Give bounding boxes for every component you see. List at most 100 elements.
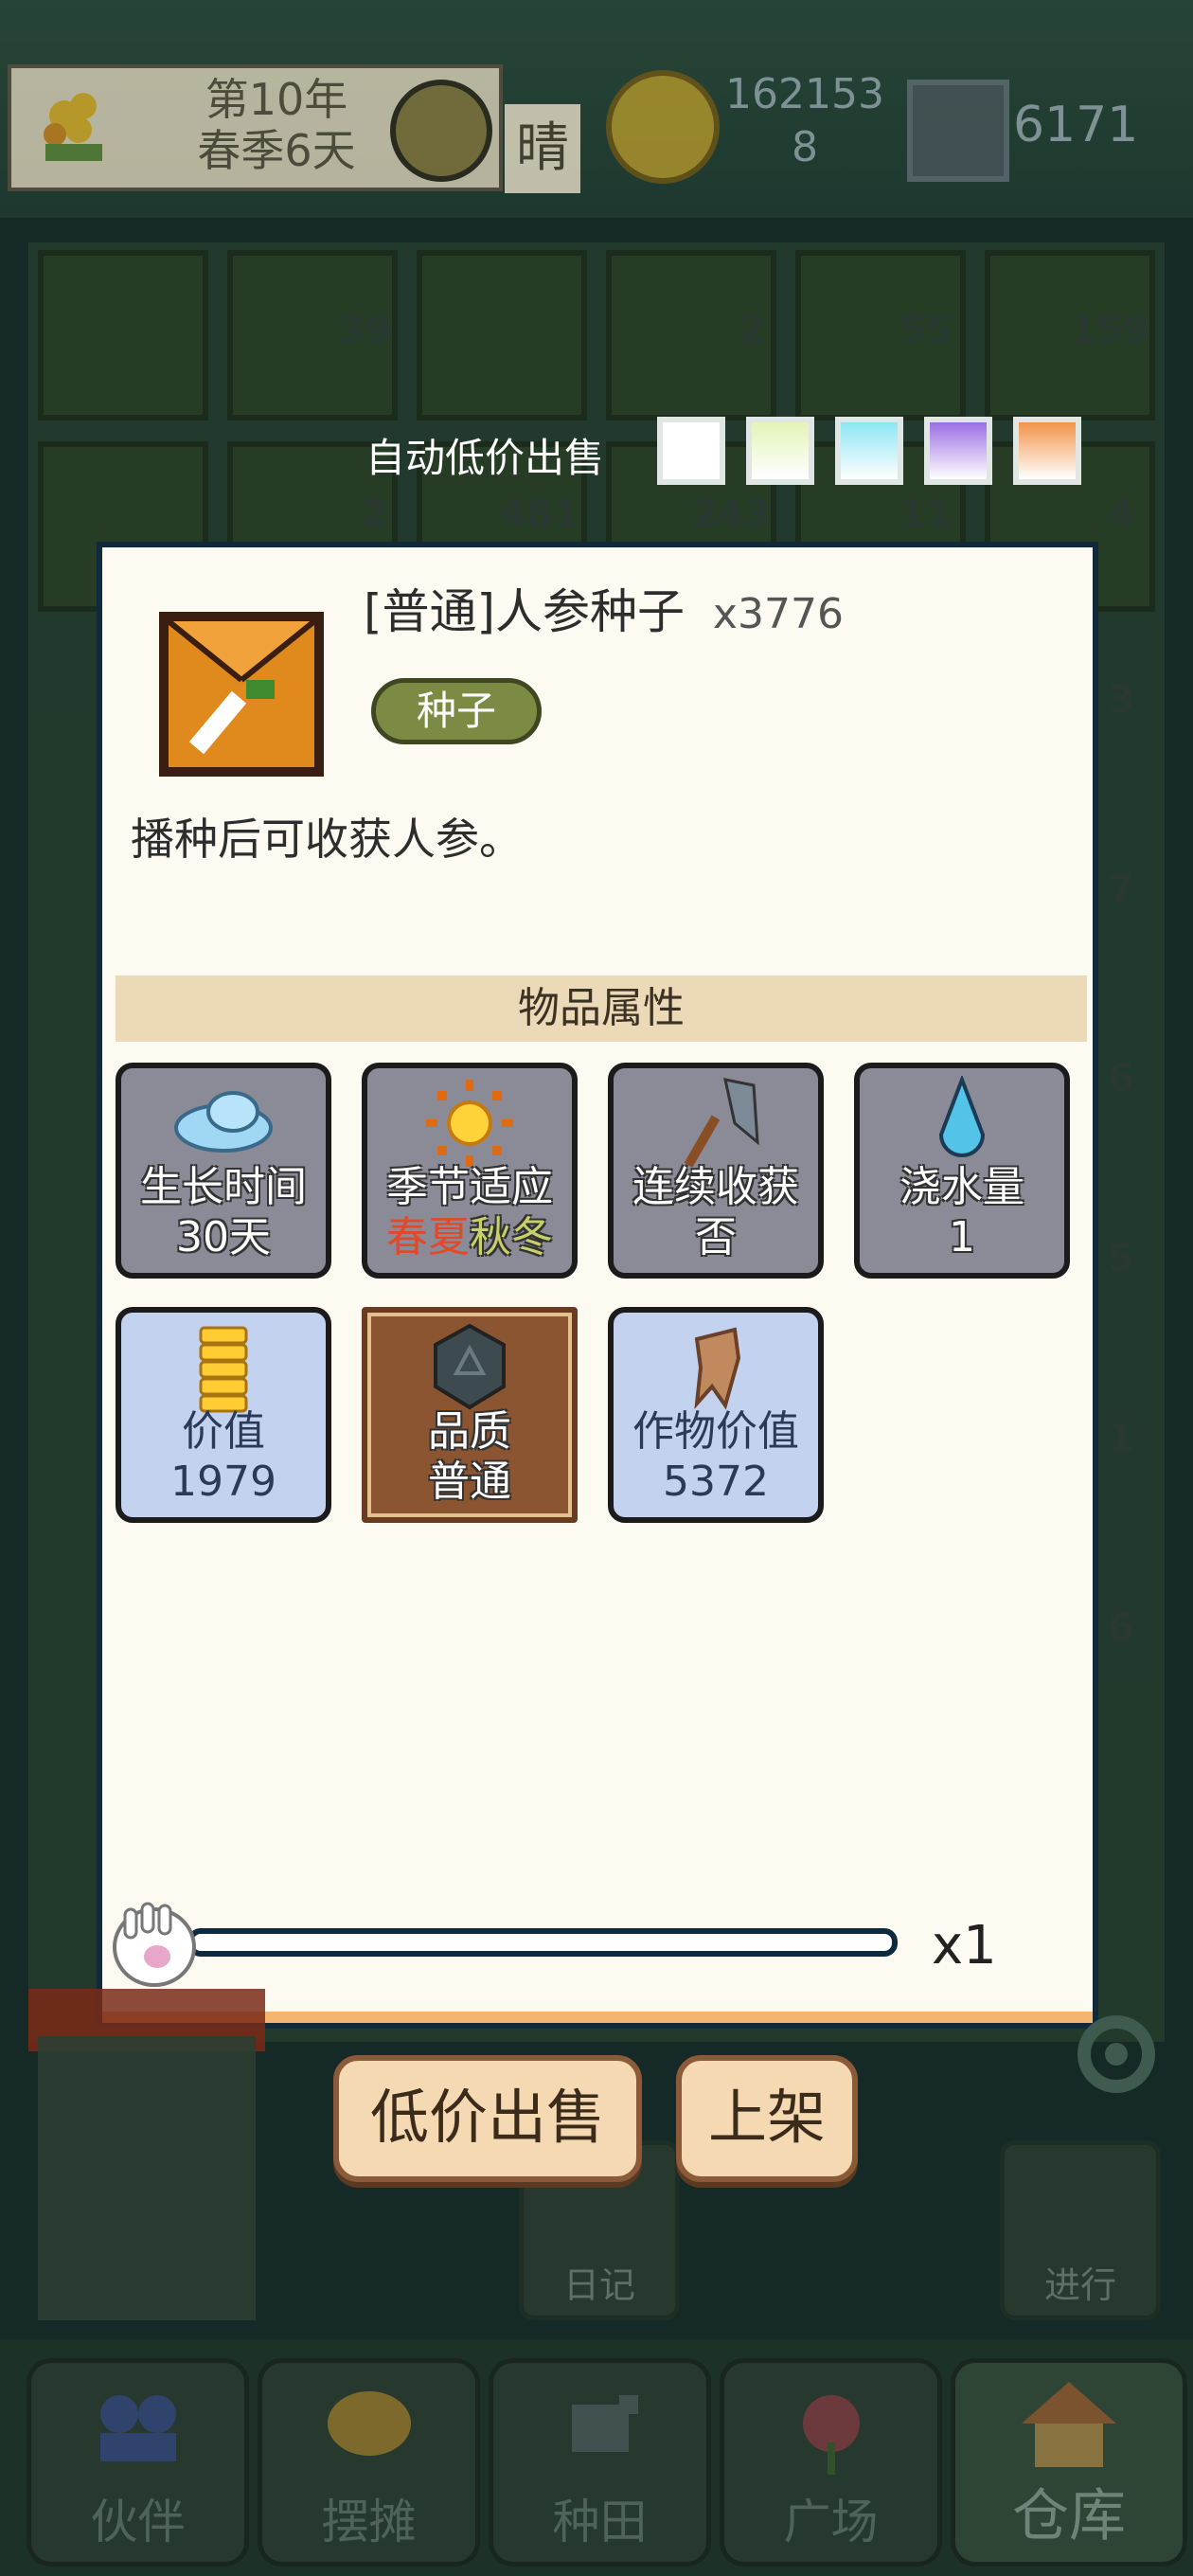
character-portrait[interactable] (38, 2036, 256, 2320)
item-quantity: x3776 (712, 590, 844, 638)
nav-plaza[interactable]: 广场 (720, 2358, 942, 2567)
slot-count: 481 (500, 492, 579, 536)
coin-stack-icon (199, 1326, 248, 1413)
crop-value-card: 作物价值 5372 (608, 1307, 824, 1523)
gold-amount-line2: 8 (792, 123, 818, 171)
flower-icon (44, 93, 102, 161)
farm-icon (571, 2395, 638, 2452)
inventory-slot (38, 250, 208, 420)
stall-icon (327, 2391, 411, 2456)
slot-count: 243 (691, 492, 771, 536)
nav-partner[interactable]: 伙伴 (27, 2358, 249, 2567)
warehouse-icon (1022, 2382, 1116, 2467)
hand-slider-knob-icon[interactable] (102, 1890, 206, 1995)
slot-count: 159 (1070, 309, 1149, 352)
nav-stall[interactable]: 摆摊 (258, 2358, 480, 2567)
date-panel: 第10年 春季6天 (8, 64, 503, 191)
continuous-harvest-card: 连续收获 否 (608, 1063, 824, 1279)
water-amount-value: 1 (949, 1213, 975, 1261)
quality-badge-icon (434, 1323, 506, 1410)
slot-count: 6 (1108, 1057, 1134, 1100)
item-type-tag: 种子 (371, 678, 542, 744)
slot-count: 7 (1108, 868, 1134, 911)
season-card: 季节适应 春夏秋冬 (362, 1063, 578, 1279)
season-active: 春夏 (386, 1213, 470, 1261)
proceed-label: 进行 (1043, 2264, 1116, 2306)
gold-amount-line1: 162153 (725, 70, 884, 118)
item-name: [普通]人参种子 (364, 584, 686, 639)
season-day-label: 春季6天 (197, 125, 356, 176)
gear-icon[interactable] (1066, 2004, 1166, 2104)
price-label: 价值 (182, 1407, 265, 1456)
gem-amount: 6171 (1013, 97, 1139, 153)
quantity-slider-track[interactable] (187, 1928, 898, 1957)
slot-count: 4 (1108, 492, 1134, 536)
year-label: 第10年 (205, 74, 348, 125)
continuous-harvest-label: 连续收获 (632, 1163, 799, 1211)
nav-plaza-label: 广场 (783, 2495, 879, 2549)
slot-count: 1 (1108, 1417, 1134, 1460)
inventory-slot (417, 250, 587, 420)
nav-warehouse-label: 仓库 (1012, 2483, 1126, 2549)
quality-card: 品质 普通 (362, 1307, 578, 1523)
gold-amount: 162153 8 (720, 68, 890, 174)
item-title: [普通]人参种子 x3776 (364, 574, 844, 642)
price-value: 1979 (170, 1458, 276, 1506)
list-button[interactable]: 上架 (676, 2055, 858, 2182)
ginseng-icon (694, 1327, 741, 1410)
growth-time-label: 生长时间 (140, 1163, 307, 1211)
bottom-nav: 伙伴 摆摊 种田 广场 仓库 (0, 2339, 1193, 2576)
proceed-button[interactable]: 进行 (1000, 2140, 1161, 2320)
auto-sell-blue-toggle[interactable] (835, 417, 903, 485)
crop-value-value: 5372 (663, 1458, 769, 1506)
cloud-icon (174, 1091, 273, 1153)
slot-count: 3 (1108, 678, 1134, 722)
moon-phase-icon (390, 80, 492, 182)
item-detail-modal: [普通]人参种子 x3776 种子 播种后可收获人参。 物品属性 生长时间 30… (97, 542, 1098, 2029)
nav-partner-label: 伙伴 (90, 2495, 186, 2549)
diary-label: 日记 (562, 2264, 635, 2306)
water-amount-label: 浇水量 (899, 1163, 1024, 1211)
auto-sell-label: 自动低价出售 (365, 435, 605, 481)
weather-label: 晴 (505, 104, 580, 193)
partner-icon (99, 2395, 176, 2461)
sickle-icon (684, 1078, 759, 1168)
sun-icon (426, 1080, 513, 1167)
auto-sell-white-toggle[interactable] (657, 417, 725, 485)
slot-count: 55 (899, 309, 953, 352)
season-inactive: 秋冬 (470, 1213, 553, 1261)
auto-sell-orange-toggle[interactable] (1013, 417, 1081, 485)
nav-stall-label: 摆摊 (321, 2495, 417, 2549)
date-text: 第10年 春季6天 (163, 74, 390, 176)
nav-farm-label: 种田 (552, 2495, 648, 2549)
gem-icon (907, 80, 1009, 182)
slot-count: 2 (362, 492, 388, 536)
season-label: 季节适应 (386, 1163, 553, 1211)
sell-low-button[interactable]: 低价出售 (333, 2055, 642, 2182)
auto-sell-purple-toggle[interactable] (924, 417, 992, 485)
crop-value-label: 作物价值 (632, 1407, 799, 1456)
slot-count: 39 (339, 309, 392, 352)
nav-warehouse[interactable]: 仓库 (951, 2358, 1187, 2567)
slot-count: 2 (739, 309, 765, 352)
season-value: 春夏秋冬 (367, 1214, 572, 1261)
growth-time-card: 生长时间 30天 (116, 1063, 331, 1279)
continuous-harvest-value: 否 (695, 1213, 737, 1261)
attributes-header: 物品属性 (116, 975, 1087, 1042)
quality-value: 普通 (428, 1458, 511, 1506)
gold-coin-icon (606, 70, 720, 184)
slot-count: 5 (1108, 1237, 1134, 1280)
water-amount-card: 浇水量 1 (854, 1063, 1070, 1279)
auto-sell-green-toggle[interactable] (746, 417, 814, 485)
water-drop-icon (938, 1076, 986, 1157)
nav-farm[interactable]: 种田 (489, 2358, 711, 2567)
quantity-value: x1 (932, 1915, 997, 1977)
slot-count: 6 (1108, 1606, 1134, 1650)
growth-time-value: 30天 (176, 1213, 271, 1261)
item-description: 播种后可收获人参。 (131, 814, 523, 865)
seed-pouch-icon (159, 612, 324, 777)
slot-count: 11 (899, 492, 953, 536)
quality-label: 品质 (428, 1407, 511, 1456)
plaza-icon (802, 2395, 860, 2475)
price-card: 价值 1979 (116, 1307, 331, 1523)
